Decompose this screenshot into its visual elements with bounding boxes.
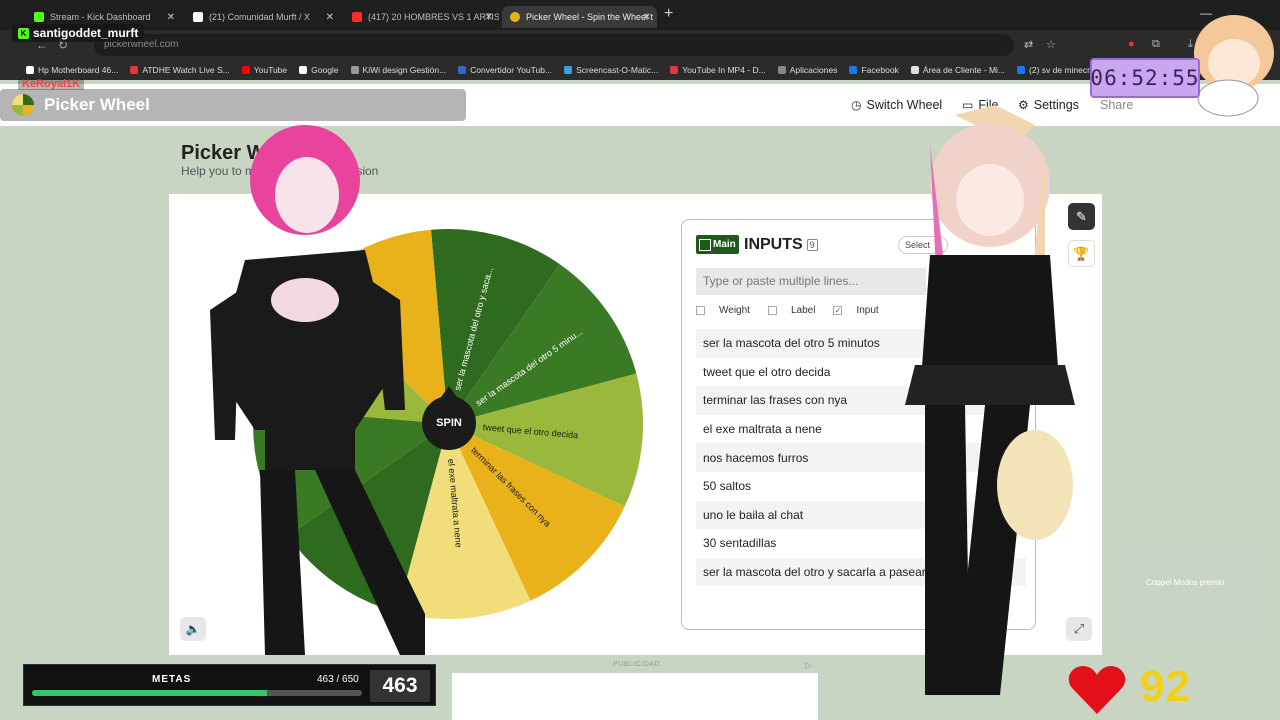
bookmark-icon (299, 66, 308, 74)
weight-checkbox[interactable] (696, 306, 705, 315)
input-checkbox[interactable]: ✓ (833, 306, 843, 315)
tab-picker-wheel[interactable]: Picker Wheel - Spin the Wheel t ✕ (502, 6, 657, 28)
bookmark-icon (458, 66, 467, 74)
switch-icon: ◷ (851, 98, 862, 112)
goals-progress-bar (32, 690, 362, 696)
goals-label: METAS (152, 674, 192, 685)
extensions-puzzle-icon[interactable]: ⧉ (1152, 38, 1160, 51)
goals-progress-fill (32, 690, 267, 696)
goals-current: 463 (370, 670, 430, 702)
extension-icon[interactable]: ● (1128, 38, 1135, 50)
inputs-title: INPUTS (744, 235, 803, 253)
input-option[interactable]: ✓ Input (833, 305, 879, 316)
bookmark-item[interactable]: Facebook (849, 65, 899, 75)
kick-icon (34, 12, 44, 22)
sponsor-text: Coppel Modos premio (1146, 578, 1225, 587)
bookmark-item[interactable]: Convertidor YouTub... (458, 65, 552, 75)
close-icon[interactable]: ✕ (326, 12, 334, 23)
bookmark-item[interactable]: Área de Cliente - Mi... (910, 65, 1005, 75)
x-icon (193, 12, 203, 22)
tab-youtube[interactable]: (417) 20 HOMBRES VS 1 ARTIS ✕ (344, 6, 499, 28)
url-field[interactable]: pickerwheel.com (94, 34, 1014, 56)
picker-wheel-icon (510, 12, 520, 22)
close-icon[interactable]: ✕ (485, 12, 493, 23)
bookmark-item[interactable]: Hp Motherboard 46... (26, 65, 118, 75)
bookmark-item[interactable]: Screencast-O-Matic... (564, 65, 658, 75)
bookmark-icon (1017, 66, 1026, 74)
address-bar-row: ← ↻ pickerwheel.com ⇄ ☆ ● ⧉ ⤓ (0, 30, 1280, 60)
label-checkbox[interactable] (767, 306, 777, 315)
bookmark-item[interactable]: YouTube (241, 65, 287, 75)
browser-tab-bar: Stream - Kick Dashboard ✕ (21) Comunidad… (0, 0, 1280, 30)
goals-progress-text: 463 / 650 (317, 674, 359, 685)
chat-username-secondary: KeRoyal1K (18, 78, 85, 90)
bookmark-item[interactable]: Google (299, 65, 339, 75)
kick-icon: K (18, 27, 29, 39)
spin-button[interactable]: SPIN (422, 386, 476, 450)
close-icon[interactable]: ✕ (643, 12, 651, 23)
heart-count: 92 (1140, 662, 1191, 711)
picker-wheel-logo (12, 94, 34, 116)
entry-input[interactable]: Type or paste multiple lines... (696, 268, 926, 295)
bookmark-icon (130, 66, 139, 74)
inputs-header: Main INPUTS 9 (696, 235, 818, 254)
youtube-icon (352, 12, 362, 22)
edit-icon (699, 238, 711, 251)
new-tab-icon[interactable]: + (664, 5, 673, 23)
label-option[interactable]: Label (767, 305, 815, 316)
bookmark-icon (777, 66, 786, 74)
bookmarks-bar: Hp Motherboard 46... ATDHE Watch Live S..… (0, 60, 1280, 80)
sponsor-overlay: Coppel Modos premio (1116, 545, 1267, 640)
translate-icon[interactable]: ⇄ (1024, 38, 1033, 51)
bookmark-icon (241, 66, 250, 74)
bookmark-item[interactable]: YouTube In MP4 - D... (670, 65, 766, 75)
bookmark-icon (350, 66, 359, 74)
bookmark-icon (670, 66, 679, 74)
bookmark-icon (564, 66, 573, 74)
inputs-count: 9 (806, 238, 818, 251)
vtuber-avatar-right (905, 105, 1075, 695)
goals-widget: METAS 463 / 650 463 (23, 664, 436, 706)
ad-choices-icon[interactable]: ▷ (805, 660, 812, 671)
tab-x-comunidad[interactable]: (21) Comunidad Murft / X ✕ (185, 6, 340, 28)
bookmark-item[interactable]: KiWi design Gestión... (350, 65, 446, 75)
ad-banner[interactable] (452, 673, 818, 720)
bookmark-item[interactable]: Aplicaciones (777, 65, 837, 75)
bookmark-item[interactable]: ATDHE Watch Live S... (130, 65, 230, 75)
bookmark-icon (910, 66, 919, 74)
share-button[interactable]: Share (1100, 98, 1133, 112)
ad-label: PUBLICIDAD (613, 661, 661, 668)
bookmark-icon (849, 66, 858, 74)
chat-username: K santigoddet_murft (12, 24, 145, 42)
vtuber-avatar-left (210, 125, 425, 655)
close-icon[interactable]: ✕ (167, 12, 175, 23)
stream-timer: 06:52:55 (1090, 58, 1200, 98)
heart-icon (1068, 666, 1126, 714)
main-badge[interactable]: Main (696, 235, 739, 254)
input-options: Weight Label ✓ Input (696, 305, 879, 316)
mascot-chibi (1194, 15, 1274, 117)
weight-option[interactable]: Weight (696, 305, 750, 316)
bookmark-star-icon[interactable]: ☆ (1046, 38, 1056, 51)
bookmark-icon (26, 66, 34, 74)
